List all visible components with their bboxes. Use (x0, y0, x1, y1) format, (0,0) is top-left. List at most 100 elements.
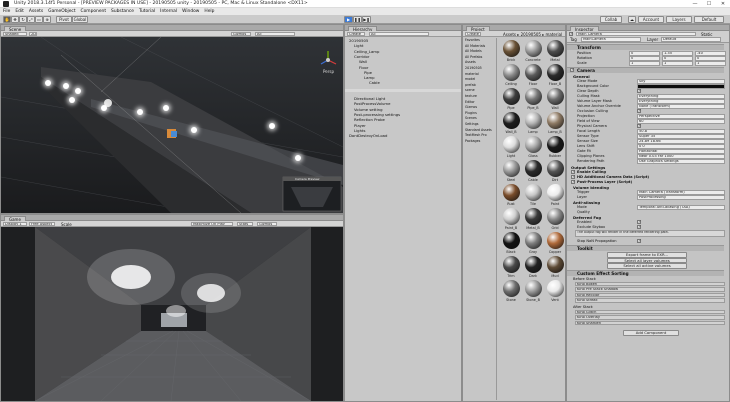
material-thumbnail[interactable] (502, 256, 520, 273)
camera-header-toggle[interactable] (570, 67, 574, 72)
project-folder-item[interactable]: texture (465, 94, 477, 98)
material-thumbnail[interactable] (502, 112, 520, 129)
material-thumbnail[interactable] (524, 88, 542, 105)
menu-tutorial[interactable]: Tutorial (139, 9, 155, 14)
camera-row-field[interactable]: Super 35 (637, 134, 725, 139)
stop-nan-checkbox[interactable] (637, 238, 641, 243)
hierarchy-item[interactable]: Ceiling_Lamp (354, 49, 379, 54)
camera-row-field[interactable]: Use Graphics Settings (637, 159, 725, 164)
camera-header[interactable]: Camera (567, 67, 724, 73)
menu-component[interactable]: Component (81, 9, 107, 14)
material-thumbnail[interactable] (502, 160, 520, 177)
project-folder-item[interactable]: 20190505 (465, 66, 482, 70)
project-folder-item[interactable]: prefab (465, 83, 476, 87)
pivot-toggle[interactable]: Pivot (56, 16, 72, 23)
maximize-button[interactable]: ☐ (702, 0, 716, 8)
object-name-input[interactable]: Main Camera (576, 31, 696, 36)
point-light-icon[interactable] (189, 125, 199, 135)
point-light-icon[interactable] (61, 81, 71, 91)
hierarchy-item[interactable]: Player (354, 123, 366, 128)
material-thumbnail[interactable] (546, 280, 564, 297)
hierarchy-item[interactable]: Reflection Probe (354, 117, 385, 122)
step-button[interactable]: ▶❚ (362, 16, 371, 23)
hierarchy-item[interactable]: Floor (359, 65, 368, 70)
rect-tool-button[interactable]: ▭ (35, 16, 43, 23)
camera-row-field[interactable]: Perspective (637, 114, 725, 119)
after-stack-item[interactable]: Kino Overlay (575, 315, 725, 320)
hierarchy-item[interactable]: 20190505 (349, 38, 368, 43)
hierarchy-item[interactable]: PostProcessVolume (354, 101, 390, 106)
toolkit-button[interactable]: Select all active volumes (607, 263, 687, 269)
transform-z-field[interactable]: 0 (695, 56, 726, 61)
camera-row-field[interactable]: Horizontal (637, 149, 725, 154)
material-thumbnail[interactable] (502, 40, 520, 57)
move-tool-button[interactable]: ✥ (11, 16, 19, 23)
material-thumbnail[interactable] (524, 256, 542, 273)
background-color-swatch[interactable] (637, 84, 725, 89)
trigger-field[interactable]: Main Camera (Transform) (637, 190, 725, 195)
material-thumbnail[interactable] (546, 160, 564, 177)
spot-light-icon[interactable] (293, 153, 309, 169)
camera-row-checkbox[interactable] (637, 108, 641, 113)
material-thumbnail[interactable] (524, 112, 542, 129)
material-thumbnail[interactable] (502, 184, 520, 201)
aa-mode-field[interactable]: Temporal Anti-aliasing (TAA) (637, 205, 725, 210)
after-stack-item[interactable]: Kino Glitch (575, 309, 725, 315)
aspect-dropdown[interactable]: Free Aspect (29, 221, 55, 226)
hierarchy-item[interactable]: DontDestroyOnLoad (349, 133, 387, 138)
layers-dropdown[interactable]: Layers (666, 16, 692, 23)
hierarchy-create-dropdown[interactable]: Create (347, 31, 365, 36)
project-folder-item[interactable]: All Materials (465, 44, 485, 48)
transform-y-field[interactable]: 1 (662, 61, 693, 66)
project-folder-item[interactable]: material (465, 72, 479, 76)
account-dropdown[interactable]: Account (638, 16, 664, 23)
hierarchy-item[interactable]: Corridor (354, 54, 369, 59)
project-folder-item[interactable]: Plugins (465, 111, 477, 115)
camera-row-field[interactable]: 0 0 (637, 144, 725, 149)
material-thumbnail[interactable] (546, 64, 564, 81)
game-gizmos-dropdown[interactable]: Gizmos (257, 221, 277, 226)
gizmos-dropdown[interactable]: Gizmos (231, 31, 251, 36)
toolkit-header[interactable]: Toolkit (567, 245, 724, 251)
rotate-tool-button[interactable]: ↻ (19, 16, 27, 23)
material-thumbnail[interactable] (524, 64, 542, 81)
breadcrumb-item[interactable]: material (546, 32, 563, 37)
material-thumbnail[interactable] (502, 136, 520, 153)
hierarchy-item[interactable]: Pipe (364, 70, 372, 75)
tag-dropdown[interactable]: MainCamera (581, 37, 641, 42)
cloud-icon[interactable]: ☁ (628, 16, 636, 23)
project-folder-item[interactable]: Scenes (465, 116, 477, 120)
hierarchy-search-input[interactable]: All (369, 31, 429, 36)
transform-x-field[interactable]: 1 (629, 61, 660, 66)
material-thumbnail[interactable] (546, 112, 564, 129)
scene-viewport[interactable]: Persp Camera Preview (1, 37, 343, 213)
transform-z-field[interactable]: 1 (695, 61, 726, 66)
output-row-toggle[interactable] (571, 179, 575, 184)
camera-row-field[interactable]: Near 0.03 Far 1000 (637, 154, 725, 159)
menu-gameobject[interactable]: GameObject (48, 9, 75, 14)
point-light-icon[interactable] (267, 121, 277, 131)
2d-toggle[interactable]: 2D (29, 31, 37, 36)
camera-row-field[interactable]: None (Transform) (637, 104, 725, 109)
menu-assets[interactable]: Assets (29, 9, 43, 14)
hand-tool-button[interactable]: ✋ (3, 16, 11, 23)
stats-toggle[interactable]: Stats (237, 221, 253, 226)
before-stack-item[interactable]: Kino Pre Stack Shadow (575, 287, 725, 292)
display-dropdown[interactable]: Display 1 (3, 221, 27, 226)
fog-skybox-checkbox[interactable] (637, 224, 641, 229)
hierarchy-item[interactable]: Lamp (364, 75, 375, 80)
project-folder-item[interactable]: Gizmos (465, 105, 477, 109)
material-thumbnail[interactable] (546, 256, 564, 273)
project-folder-item[interactable]: Assets (465, 60, 476, 64)
project-folder-item[interactable]: scene (465, 88, 475, 92)
before-stack-item[interactable]: Kino Streak (575, 298, 725, 303)
pause-button[interactable]: ❚❚ (353, 16, 362, 23)
point-light-icon[interactable] (67, 95, 77, 105)
material-thumbnail[interactable] (502, 280, 520, 297)
camera-row-field[interactable]: Everything (637, 94, 725, 99)
material-thumbnail[interactable] (524, 280, 542, 297)
close-button[interactable]: ✕ (716, 0, 730, 8)
transform-x-field[interactable]: 0 (629, 51, 660, 56)
project-folder-item[interactable]: Favorites (465, 38, 480, 42)
breadcrumb-item[interactable]: 20190505 (521, 32, 541, 37)
